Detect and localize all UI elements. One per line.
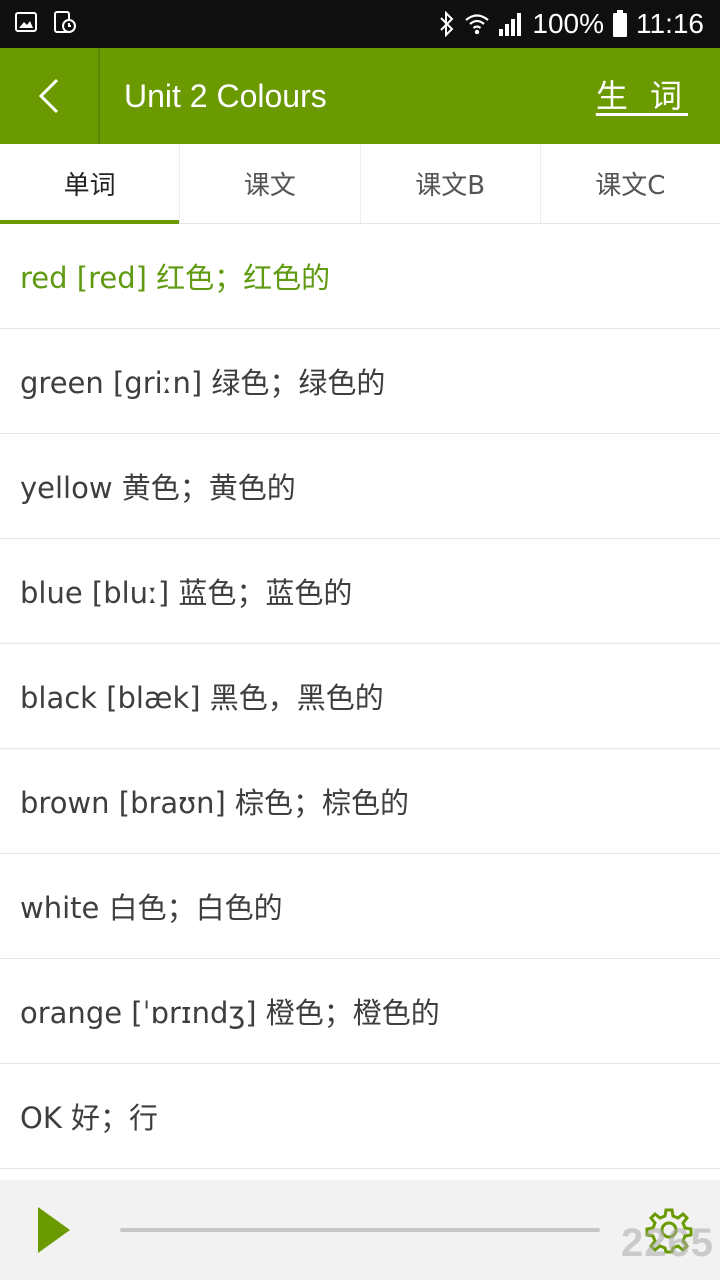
status-system: 100% 11:16 xyxy=(438,0,704,48)
chevron-left-icon xyxy=(38,78,59,114)
signal-icon xyxy=(499,13,522,36)
wifi-icon xyxy=(465,14,490,35)
progress-slider[interactable] xyxy=(120,1228,600,1232)
app-bar: Unit 2 Colours 生 词 xyxy=(0,48,720,144)
list-item[interactable]: red [red] 红色；红色的 xyxy=(0,224,720,329)
bluetooth-icon xyxy=(440,11,454,37)
word-list: red [red] 红色；红色的 green [griːn] 绿色；绿色的 ye… xyxy=(0,224,720,1180)
tab-text[interactable]: 课文 xyxy=(180,144,361,223)
list-item[interactable]: yellow 黄色；黄色的 xyxy=(0,434,720,539)
play-icon[interactable] xyxy=(36,1205,72,1255)
list-item[interactable]: green [griːn] 绿色；绿色的 xyxy=(0,329,720,434)
screenshot-timer-icon xyxy=(54,11,76,33)
tab-bar: 单词 课文 课文B 课文C xyxy=(0,144,720,224)
new-words-button[interactable]: 生 词 xyxy=(596,48,688,144)
battery-icon xyxy=(613,10,627,37)
list-item[interactable]: white 白色；白色的 xyxy=(0,854,720,959)
status-bar: 100% 11:16 xyxy=(0,0,720,48)
clock: 11:16 xyxy=(636,8,704,39)
screen: 100% 11:16 Unit 2 Colours 生 词 单词 课文 课文B … xyxy=(0,0,720,1280)
gallery-icon xyxy=(15,12,37,32)
tab-text-b[interactable]: 课文B xyxy=(361,144,541,223)
list-item[interactable]: brown [braʊn] 棕色；棕色的 xyxy=(0,749,720,854)
status-notifications xyxy=(14,10,76,34)
audio-player: 2265 xyxy=(0,1180,720,1280)
back-button[interactable] xyxy=(0,48,100,144)
page-title: Unit 2 Colours xyxy=(124,78,327,114)
watermark: 2265 xyxy=(621,1221,714,1265)
tab-words[interactable]: 单词 xyxy=(0,144,181,224)
list-item[interactable]: blue [bluː] 蓝色；蓝色的 xyxy=(0,539,720,644)
tab-text-c[interactable]: 课文C xyxy=(541,144,720,223)
list-item[interactable]: OK 好；行 xyxy=(0,1064,720,1169)
list-item[interactable]: orange [ˈɒrɪndʒ] 橙色；橙色的 xyxy=(0,959,720,1064)
battery-percent: 100% xyxy=(532,8,604,39)
list-item[interactable]: black [blæk] 黑色，黑色的 xyxy=(0,644,720,749)
